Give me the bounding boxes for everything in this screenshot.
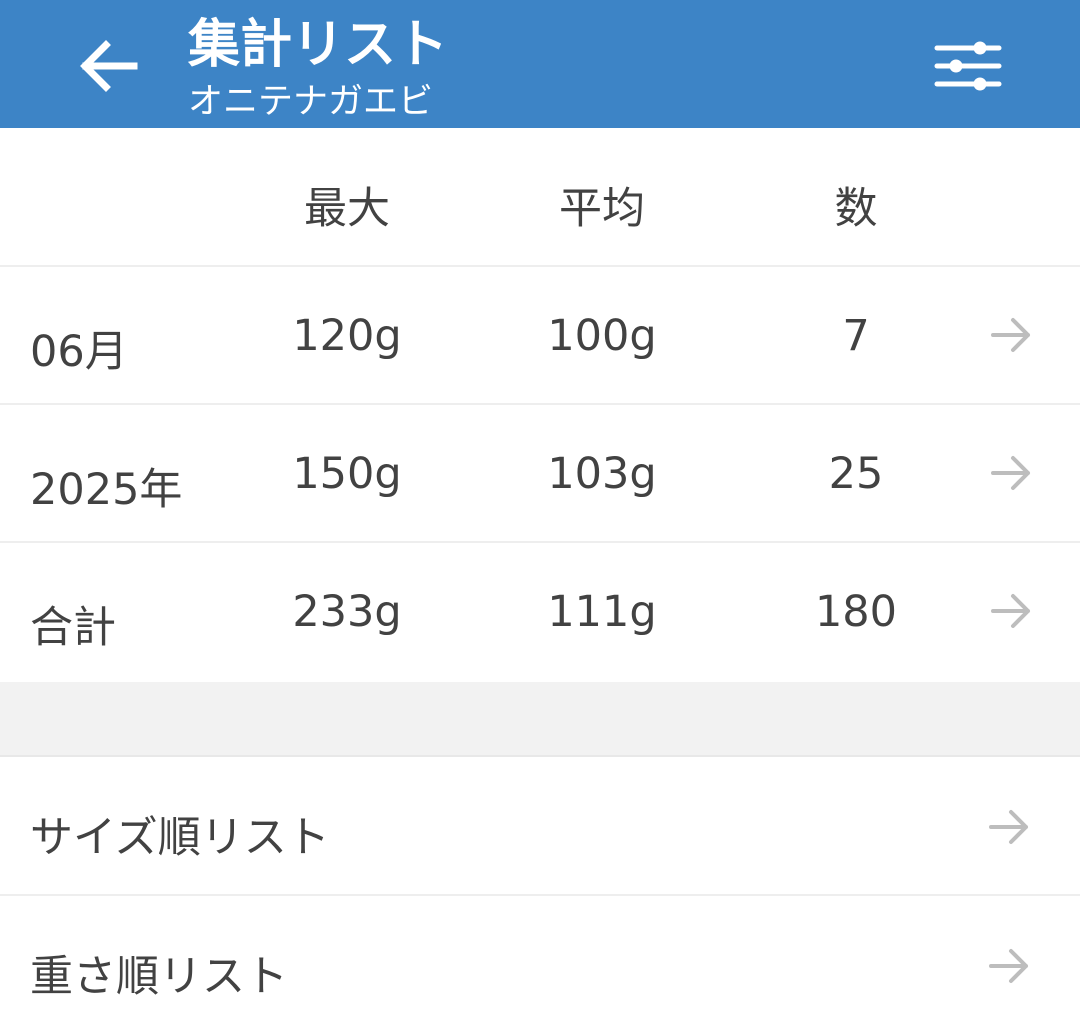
sliders-icon [934, 41, 1002, 91]
back-button[interactable] [66, 30, 150, 102]
app-bar: 集計リスト オニテナガエビ [0, 0, 1080, 128]
arrow-right-icon[interactable] [990, 453, 1034, 493]
row-max: 120g [292, 311, 402, 361]
arrow-right-icon[interactable] [990, 315, 1034, 355]
row-label: 2025年 [30, 465, 183, 515]
row-count: 180 [814, 587, 898, 637]
table-row[interactable]: 06月 120g 100g 7 [0, 267, 1080, 405]
list-item-label: 重さ順リスト [30, 952, 288, 1002]
section-divider [0, 682, 1080, 757]
arrow-right-icon[interactable] [988, 807, 1032, 847]
summary-table: 最大 平均 数 06月 120g 100g 7 2025年 150g 103g … [0, 128, 1080, 680]
row-count: 7 [842, 311, 870, 361]
table-header: 最大 平均 数 [0, 128, 1080, 267]
list-item-label: サイズ順リスト [30, 813, 330, 863]
filter-button[interactable] [920, 26, 1016, 106]
weight-order-list-item[interactable]: 重さ順リスト [0, 896, 1080, 1035]
row-label: 合計 [30, 603, 116, 653]
page-subtitle: オニテナガエビ [188, 82, 434, 122]
row-average: 100g [547, 311, 657, 361]
row-max: 150g [292, 449, 402, 499]
header-max: 最大 [304, 184, 390, 234]
header-average: 平均 [559, 184, 645, 234]
header-count: 数 [834, 184, 878, 234]
row-count: 25 [828, 449, 884, 499]
row-max: 233g [292, 587, 402, 637]
table-row[interactable]: 合計 233g 111g 180 [0, 543, 1080, 680]
row-average: 111g [547, 587, 657, 637]
sort-list-menu: サイズ順リスト 重さ順リスト [0, 757, 1080, 1035]
arrow-left-icon [80, 40, 138, 92]
table-row[interactable]: 2025年 150g 103g 25 [0, 405, 1080, 543]
row-average: 103g [547, 449, 657, 499]
size-order-list-item[interactable]: サイズ順リスト [0, 757, 1080, 896]
arrow-right-icon[interactable] [990, 591, 1034, 631]
arrow-right-icon[interactable] [988, 946, 1032, 986]
page-title: 集計リスト [188, 15, 449, 75]
row-label: 06月 [30, 327, 128, 377]
